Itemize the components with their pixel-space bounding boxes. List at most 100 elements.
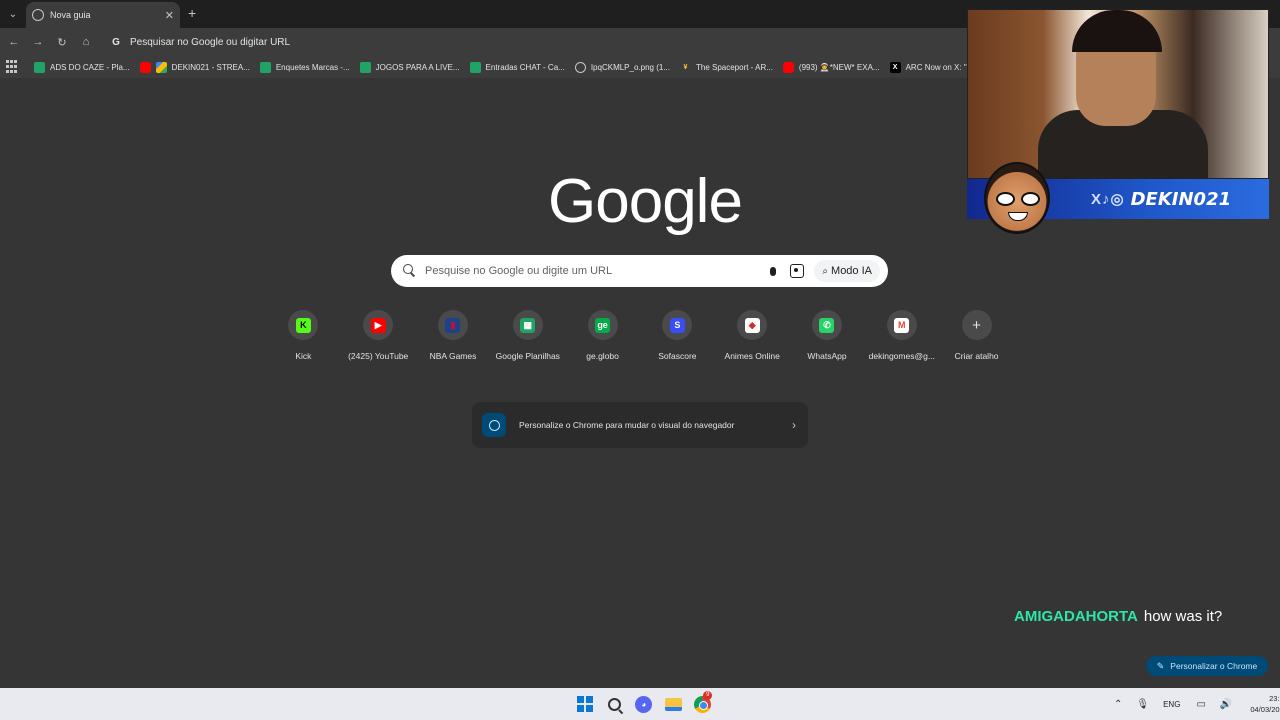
bookmark-item[interactable]: JOGOS PARA A LIVE... — [359, 61, 460, 73]
bookmark-item[interactable]: Enquetes Marcas -... — [259, 61, 350, 73]
pencil-icon: ✎ — [1156, 660, 1165, 671]
palette-icon — [482, 413, 506, 437]
network-icon[interactable]: ▭ — [1196, 699, 1205, 710]
volume-icon[interactable]: 🔊 — [1220, 699, 1232, 710]
shortcut-label: (2425) YouTube — [348, 351, 409, 361]
sofascore-icon: S — [669, 317, 685, 333]
bookmark-item[interactable]: ¥ The Spaceport - AR... — [680, 62, 773, 73]
shortcut-icon-circle: ▦ — [512, 310, 543, 340]
windows-icon — [576, 696, 593, 712]
kick-icon: K — [295, 317, 311, 333]
clock[interactable]: 23:57 04/03/2026 — [1250, 693, 1280, 715]
ys-icon: ¥ — [683, 63, 688, 71]
chat-username: AMIGADAHORTA — [1014, 608, 1138, 625]
sheets-icon — [469, 61, 481, 73]
customize-chrome-card[interactable]: Personalize o Chrome para mudar o visual… — [472, 402, 808, 448]
shortcut-tile[interactable]: K Kick — [266, 310, 341, 361]
bookmark-label: (993) 👨‍🚀*NEW* EXA... — [798, 62, 880, 72]
chrome-icon: 9 — [694, 690, 713, 713]
shortcut-label: Sofascore — [658, 351, 697, 361]
apps-grid-icon[interactable] — [6, 60, 20, 74]
tab-new-tab[interactable]: Nova guia ✕ — [26, 2, 180, 28]
plus-icon: + — [972, 316, 981, 334]
forward-icon[interactable]: → — [30, 34, 46, 50]
google-logo: Google — [548, 167, 743, 236]
personalize-chrome-button[interactable]: ✎ Personalizar o Chrome — [1146, 656, 1268, 676]
search-box[interactable]: ⌕Modo IA — [391, 255, 888, 287]
bookmark-item[interactable]: ADS DO CAZE - Pla... — [34, 61, 130, 73]
bookmark-item[interactable]: DEKIN021 - STREA... — [139, 61, 250, 73]
tab-search-icon[interactable]: ⌄ — [4, 6, 22, 22]
google-g-icon: G — [112, 36, 120, 48]
shortcut-tile[interactable]: ✆ WhatsApp — [790, 310, 865, 361]
streamer-handle: DEKIN021 — [1130, 188, 1232, 210]
taskbar-search[interactable] — [600, 692, 630, 716]
clock-date: 04/03/2026 — [1250, 705, 1280, 714]
taskbar-chrome[interactable]: 9 — [688, 690, 718, 716]
webcam-feed — [967, 9, 1269, 179]
customize-card-text: Personalize o Chrome para mudar o visual… — [519, 420, 735, 430]
shortcut-icon-circle: ▮ — [437, 310, 468, 340]
person-hair — [1072, 10, 1162, 52]
drive-icon — [155, 61, 167, 73]
bookmark-item[interactable]: (993) 👨‍🚀*NEW* EXA... — [782, 61, 880, 73]
tab-title: Nova guia — [50, 10, 91, 20]
bookmark-label: DEKIN021 - STREA... — [171, 62, 250, 72]
lens-icon[interactable] — [790, 264, 805, 278]
chevron-up-icon[interactable]: ⌃ — [1114, 699, 1122, 710]
shortcut-icon-circle: K — [288, 310, 319, 340]
shortcut-label: Animes Online — [724, 351, 780, 361]
taskbar-explorer[interactable] — [659, 692, 689, 716]
gmail-icon: M — [894, 317, 910, 333]
shortcut-tile[interactable]: ▮ NBA Games — [416, 310, 491, 361]
social-icons: X♪◎ — [1091, 191, 1125, 208]
taskbar-discord[interactable]: ◕ — [629, 692, 659, 716]
sparkle-search-icon: ⌕ — [822, 265, 829, 277]
shortcut-label: NBA Games — [429, 351, 477, 361]
language-indicator[interactable]: ENG — [1163, 700, 1180, 709]
start-button[interactable] — [570, 692, 600, 716]
close-tab-icon[interactable]: ✕ — [165, 9, 174, 22]
sheets-icon — [259, 61, 271, 73]
search-icon — [607, 697, 621, 711]
bookmark-item[interactable]: IpqCKMLP_o.png (1... — [574, 61, 670, 73]
shortcut-tile[interactable]: ▦ Google Planilhas — [490, 310, 565, 361]
sheets-icon — [34, 61, 45, 73]
cartoon-avatar — [984, 162, 1050, 234]
clock-time: 23:57 — [1269, 694, 1280, 703]
glasses-icon — [996, 192, 1040, 206]
ai-mode-button[interactable]: ⌕ Modo IA — [814, 260, 880, 282]
back-icon[interactable]: ← — [6, 34, 22, 50]
new-tab-button[interactable]: + — [188, 5, 196, 21]
ge-icon: ge — [595, 317, 611, 333]
bookmark-item[interactable]: Entradas CHAT - Ca... — [469, 61, 565, 73]
shortcut-tile[interactable]: + Criar atalho — [939, 310, 1014, 361]
search-icon — [403, 264, 417, 278]
shortcut-tile[interactable]: S Sofascore — [640, 310, 715, 361]
shortcut-label: Google Planilhas — [495, 351, 560, 361]
reload-icon[interactable]: ↻ — [54, 34, 70, 50]
system-tray: ⌃ 🎙 ENG ▭ 🔊 23:57 04/03/2026 — [1114, 688, 1280, 720]
microphone-icon[interactable]: 🎙 — [1136, 699, 1149, 710]
home-icon[interactable]: ⌂ — [78, 34, 94, 50]
microphone-icon[interactable] — [766, 264, 780, 278]
shortcut-tile[interactable]: Mdekingomes@g... — [864, 310, 939, 361]
chat-text: how was it? — [1143, 608, 1223, 625]
discord-icon: ◕ — [635, 695, 653, 713]
shortcut-icon-circle: M — [886, 310, 917, 340]
shortcut-tile[interactable]: ge ge.globo — [565, 310, 640, 361]
address-bar[interactable]: G Pesquisar no Google ou digitar URL — [104, 31, 964, 53]
search-input[interactable] — [425, 265, 767, 277]
shortcuts-grid: K Kick ▶ (2425) YouTube ▮ NBA Games ▦ Google Pl… — [266, 310, 1014, 361]
shortcut-icon-circle: ▶ — [363, 310, 394, 340]
bookmark-label: ADS DO CAZE - Pla... — [50, 62, 130, 72]
shortcut-label: dekingomes@g... — [868, 351, 935, 361]
shortcut-tile[interactable]: ▶ (2425) YouTube — [341, 310, 416, 361]
shortcut-icon-circle: + — [961, 310, 992, 340]
animes-icon: ◆ — [744, 317, 760, 333]
globe-icon — [574, 61, 586, 73]
shortcut-icon-circle: ge — [587, 310, 618, 340]
bookmark-label: JOGOS PARA A LIVE... — [375, 62, 460, 72]
shortcut-tile[interactable]: ◆ Animes Online — [715, 310, 790, 361]
shortcut-label: Kick — [295, 351, 312, 361]
